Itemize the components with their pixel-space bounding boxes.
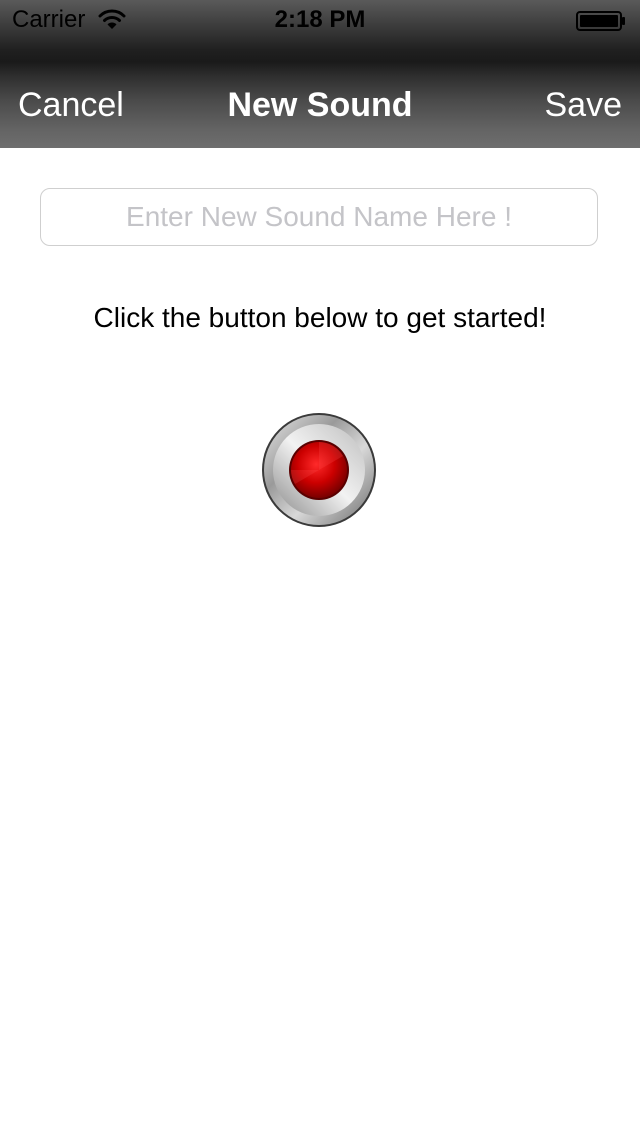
new-sound-screen: Carrier 2:18 PM Cancel New Sound Save Cl…: [0, 0, 640, 1136]
status-time: 2:18 PM: [274, 6, 366, 33]
top-bar: Carrier 2:18 PM Cancel New Sound Save: [0, 0, 640, 148]
instruction-text: Click the button below to get started!: [93, 302, 547, 333]
sound-name-input[interactable]: [40, 188, 598, 246]
record-icon: [289, 440, 349, 500]
save-button[interactable]: Save: [545, 86, 623, 125]
navigation-bar: Cancel New Sound Save: [0, 60, 640, 148]
status-bar: Carrier 2:18 PM: [0, 0, 640, 40]
record-button[interactable]: [261, 412, 377, 528]
battery-icon: [576, 11, 625, 31]
